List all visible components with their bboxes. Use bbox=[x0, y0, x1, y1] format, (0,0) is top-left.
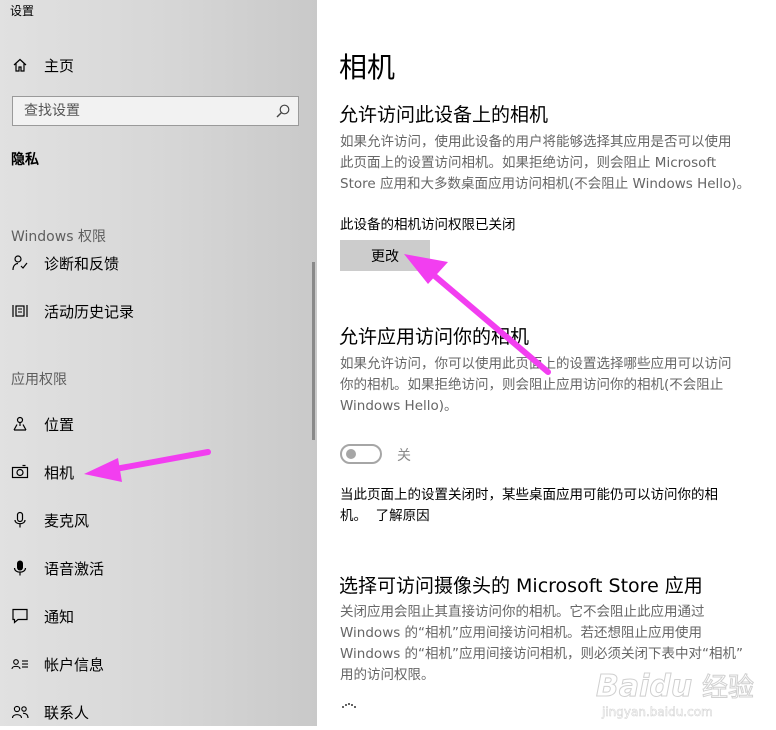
baidu-watermark: Baidu 经验 jingyan.baidu.com bbox=[594, 660, 774, 720]
svg-text:经验: 经验 bbox=[702, 673, 754, 703]
svg-text:jingyan.baidu.com: jingyan.baidu.com bbox=[601, 705, 713, 719]
svg-text:Baidu: Baidu bbox=[596, 669, 692, 704]
annotation-overlay bbox=[84, 254, 551, 482]
annotation-arrow-change-button bbox=[404, 254, 551, 375]
baidu-logo-icon: Baidu 经验 jingyan.baidu.com bbox=[596, 669, 755, 720]
annotation-arrow-camera-item bbox=[84, 449, 211, 482]
